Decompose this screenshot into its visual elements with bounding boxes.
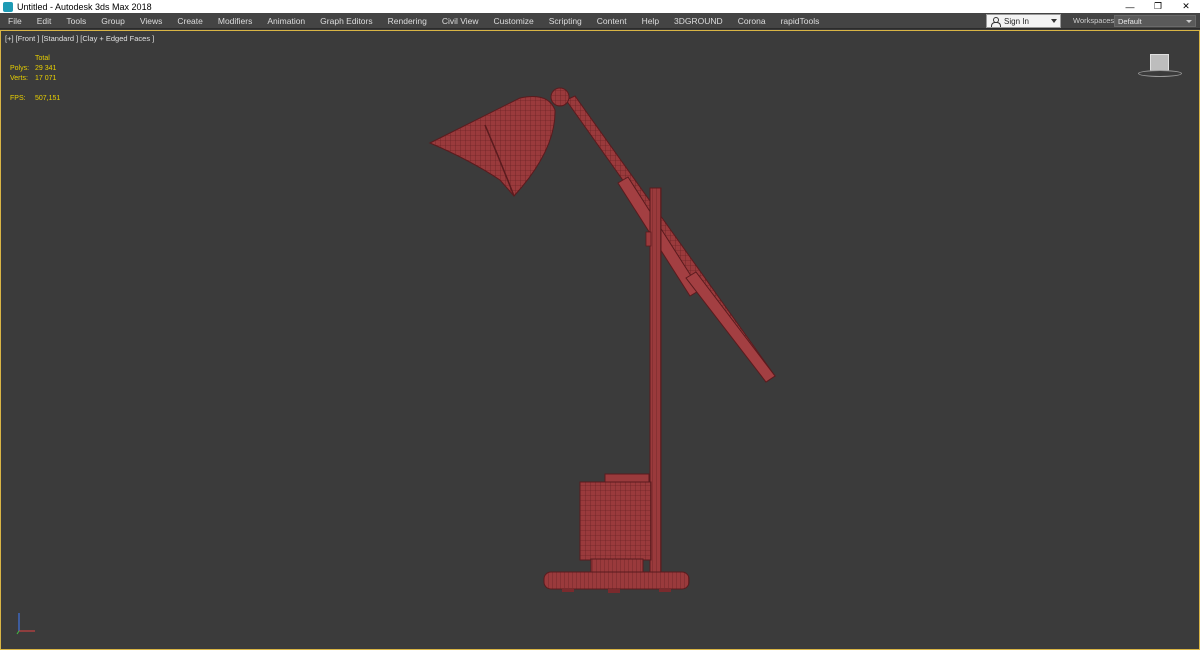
lamp-bracket[interactable] xyxy=(645,231,652,247)
lamp-shade[interactable] xyxy=(428,96,556,197)
lamp-canister[interactable] xyxy=(579,473,652,574)
lamp-pole[interactable] xyxy=(649,187,662,575)
lamp-arm[interactable] xyxy=(565,95,776,383)
lamp-model[interactable] xyxy=(0,0,1200,650)
lamp-joint[interactable] xyxy=(550,87,570,107)
lamp-base[interactable] xyxy=(543,571,690,593)
